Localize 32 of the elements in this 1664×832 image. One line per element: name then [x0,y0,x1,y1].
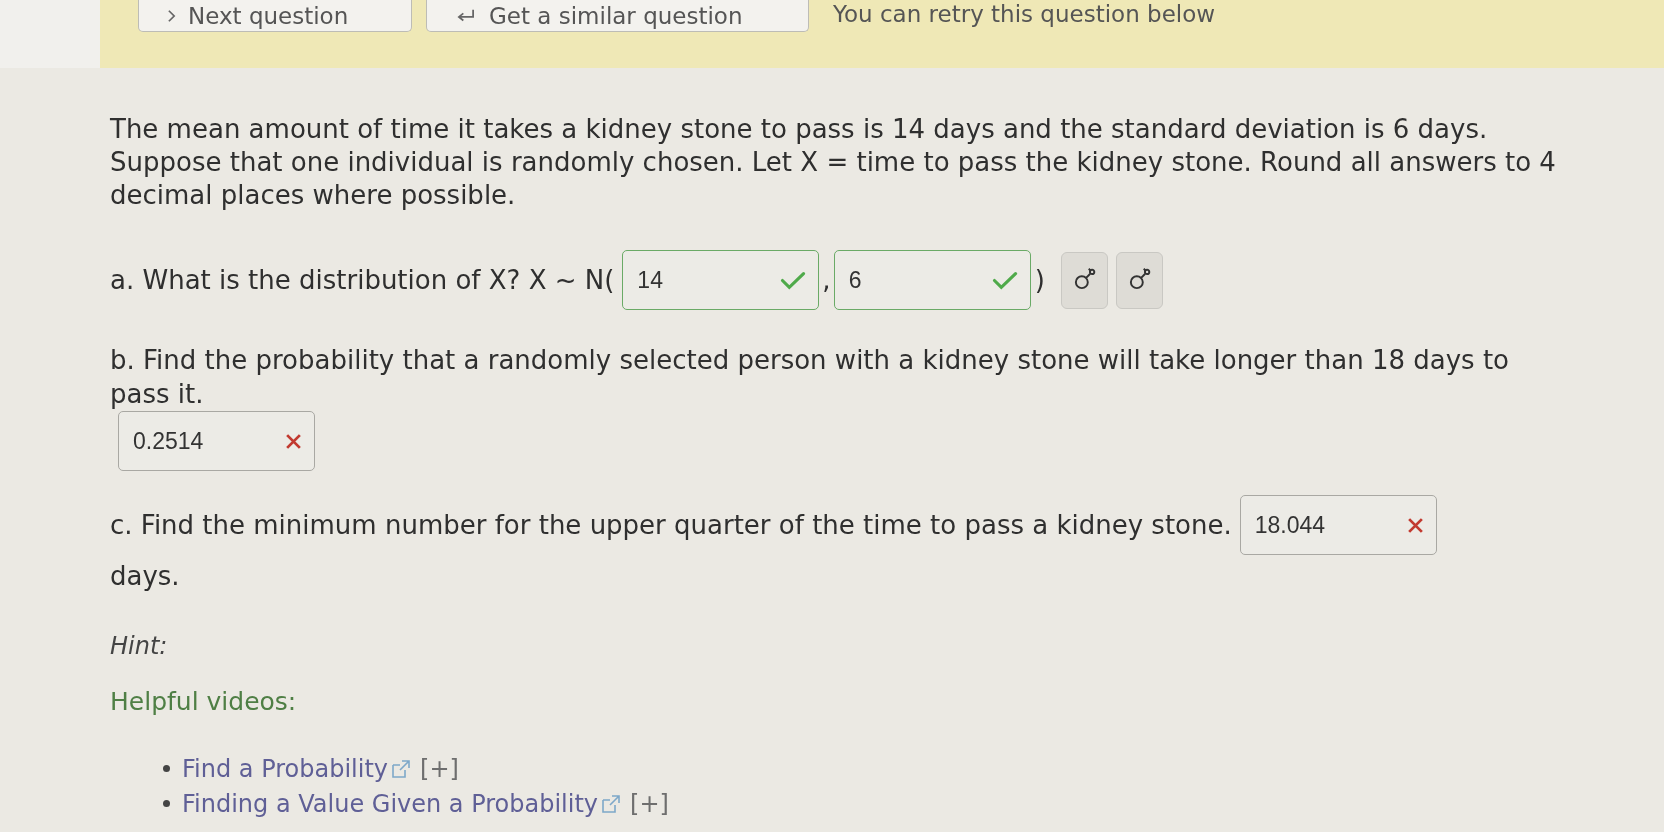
closing-paren: ) [1034,264,1045,297]
answer-field[interactable]: 18.044 [1239,495,1437,555]
part-prompt: c. Find the minimum number for the upper quarter of the time to pass a kidney stone. [110,509,1232,542]
external-link-icon [602,794,621,813]
cross-icon [1406,516,1424,534]
bullet-icon [163,800,170,807]
hint-label: Hint: [110,632,168,660]
answer-field[interactable]: 14 [622,250,820,310]
expand-link[interactable]: [+] [630,789,669,818]
bullet-icon [163,765,170,772]
video-link[interactable]: Find a Probability [182,754,388,783]
helpful-videos-heading: Helpful videos: [110,687,297,716]
answer-field[interactable]: 0.2514 [118,411,315,471]
chevron-right-icon [167,8,176,23]
check-icon [780,270,807,290]
question-text: The mean amount of time it takes a kidney stone to pass is 14 days and the standard deviation is 6 days. Suppose that one individual is randomly chosen. Let X = time to pass the kidney stone. Round all answers to 4 decimal places where possible. [110,113,1557,212]
next-question-button[interactable]: Next question [138,0,412,32]
answer-field[interactable]: 6 [833,250,1031,310]
separator-text: , [822,264,831,297]
symbol-button[interactable] [1060,251,1108,309]
similar-question-button[interactable]: Get a similar question [426,0,809,32]
symbol-button[interactable] [1115,251,1163,309]
cross-icon [285,432,302,450]
part-prompt: a. What is the distribution of X? X ~ N( [110,264,615,297]
retry-note: You can retry this question below [833,0,1216,28]
check-icon [991,270,1018,290]
external-link-icon [392,759,410,778]
part-prompt: b. Find the probability that a randomly selected person with a kidney stone will take longer than 18 days to pass it. [110,344,1510,411]
video-link[interactable]: Finding a Value Given a Probability [182,789,599,818]
unit-text: days. [110,561,180,591]
return-arrow-icon [455,7,477,24]
expand-link[interactable]: [+] [420,754,459,783]
